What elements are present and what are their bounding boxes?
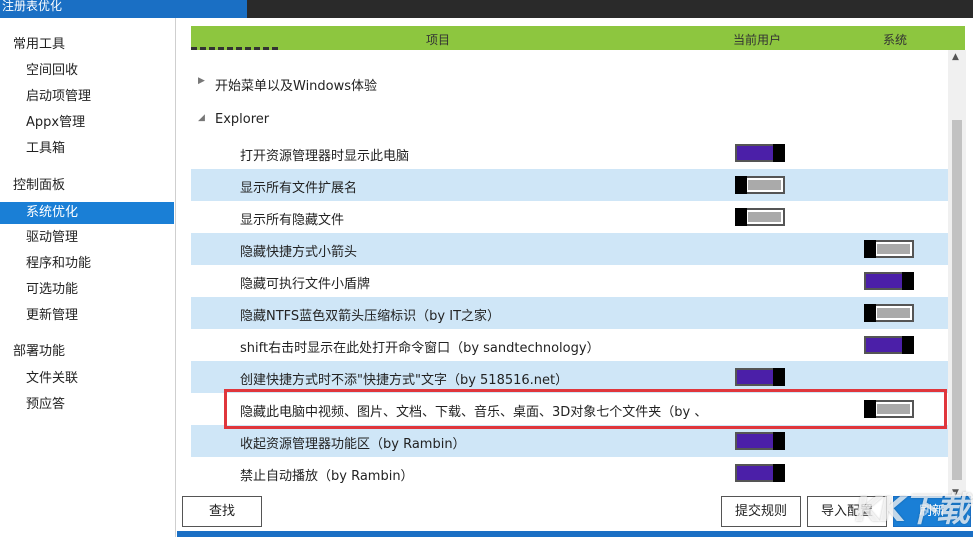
column-header-current-user[interactable]: 当前用户 <box>733 31 781 48</box>
group-row-explorer[interactable]: ◢ Explorer <box>191 104 949 136</box>
bottom-bar <box>177 531 973 537</box>
watermark: KK下载 <box>855 490 970 530</box>
scroll-up-icon[interactable]: ▲ <box>952 52 959 62</box>
sidebar-item-driver-manager[interactable]: 驱动管理 <box>0 227 174 249</box>
system-toggle[interactable] <box>864 272 914 290</box>
setting-row: 显示所有文件扩展名 <box>191 169 949 201</box>
sidebar-item-update-manager[interactable]: 更新管理 <box>0 305 174 327</box>
setting-label: 隐藏NTFS蓝色双箭头压缩标识（by IT之家） <box>240 309 501 324</box>
sidebar-item-appx-manager[interactable]: Appx管理 <box>0 112 174 134</box>
table-header: 项目 当前用户 系统 <box>191 26 965 50</box>
setting-row: shift右击时显示在此处打开命令窗口（by sandtechnology） <box>191 329 949 361</box>
sidebar-item-programs-features[interactable]: 程序和功能 <box>0 253 174 275</box>
system-toggle[interactable] <box>864 336 914 354</box>
collapse-arrow-icon[interactable]: ◢ <box>198 113 205 123</box>
system-toggle[interactable] <box>864 304 914 322</box>
sidebar-item-toolbox[interactable]: 工具箱 <box>0 138 174 160</box>
column-header-system[interactable]: 系统 <box>883 31 907 48</box>
submit-rules-button[interactable]: 提交规则 <box>721 496 801 527</box>
system-toggle[interactable] <box>864 240 914 258</box>
group-label: 开始菜单以及Windows体验 <box>215 79 378 94</box>
setting-row: 打开资源管理器时显示此电脑 <box>191 137 949 169</box>
expand-arrow-icon[interactable]: ▶ <box>198 76 205 86</box>
current-user-toggle[interactable] <box>735 208 785 226</box>
window-title-tab[interactable]: 注册表优化 <box>0 0 247 18</box>
column-header-item[interactable]: 项目 <box>426 31 450 48</box>
setting-row: 禁止自动播放（by Rambin） <box>191 457 949 489</box>
current-user-toggle[interactable] <box>735 144 785 162</box>
setting-label: 显示所有隐藏文件 <box>240 213 345 228</box>
highlight-box <box>224 389 947 429</box>
setting-label: 创建快捷方式时不添"快捷方式"文字（by 518516.net） <box>240 373 569 388</box>
current-user-toggle[interactable] <box>735 368 785 386</box>
setting-label: 禁止自动播放（by Rambin） <box>240 469 414 484</box>
setting-row: 显示所有隐藏文件 <box>191 201 949 233</box>
sidebar-group-deploy: 部署功能 <box>13 344 66 359</box>
group-row-start-menu[interactable]: ▶ 开始菜单以及Windows体验 <box>191 67 949 99</box>
current-user-toggle[interactable] <box>735 176 785 194</box>
sidebar-item-space-recycle[interactable]: 空间回收 <box>0 60 174 82</box>
group-label: Explorer <box>215 112 270 127</box>
sidebar-item-file-association[interactable]: 文件关联 <box>0 368 174 390</box>
setting-label: shift右击时显示在此处打开命令窗口（by sandtechnology） <box>240 341 600 356</box>
setting-label: 隐藏可执行文件小盾牌 <box>240 277 371 292</box>
sidebar-item-optional-features[interactable]: 可选功能 <box>0 279 174 301</box>
sidebar-group-control-panel: 控制面板 <box>13 178 66 193</box>
sidebar-item-pre-answer[interactable]: 预应答 <box>0 394 174 416</box>
sidebar-item-startup-manager[interactable]: 启动项管理 <box>0 86 174 108</box>
setting-label: 收起资源管理器功能区（by Rambin） <box>240 437 466 452</box>
sidebar: 常用工具 空间回收 启动项管理 Appx管理 工具箱 控制面板 系统优化 驱动管… <box>0 18 176 537</box>
main-content: 项目 当前用户 系统 ▶ 开始菜单以及Windows体验 ◢ Explorer … <box>177 18 973 537</box>
title-bar: 注册表优化 <box>0 0 973 18</box>
sidebar-group-common-tools: 常用工具 <box>13 37 66 52</box>
settings-list: ▶ 开始菜单以及Windows体验 ◢ Explorer 打开资源管理器时显示此… <box>191 50 949 500</box>
setting-label: 打开资源管理器时显示此电脑 <box>240 149 410 164</box>
setting-row: 隐藏NTFS蓝色双箭头压缩标识（by IT之家） <box>191 297 949 329</box>
find-button[interactable]: 查找 <box>182 496 262 527</box>
sidebar-item-system-optimize[interactable]: 系统优化 <box>0 202 174 224</box>
setting-row: 隐藏可执行文件小盾牌 <box>191 265 949 297</box>
current-user-toggle[interactable] <box>735 432 785 450</box>
scrollbar-thumb[interactable] <box>952 120 962 480</box>
vertical-scrollbar[interactable]: ▲ ▼ <box>948 50 966 500</box>
setting-row: 收起资源管理器功能区（by Rambin） <box>191 425 949 457</box>
setting-row: 隐藏快捷方式小箭头 <box>191 233 949 265</box>
setting-label: 隐藏快捷方式小箭头 <box>240 245 358 260</box>
setting-label: 显示所有文件扩展名 <box>240 181 358 196</box>
current-user-toggle[interactable] <box>735 464 785 482</box>
